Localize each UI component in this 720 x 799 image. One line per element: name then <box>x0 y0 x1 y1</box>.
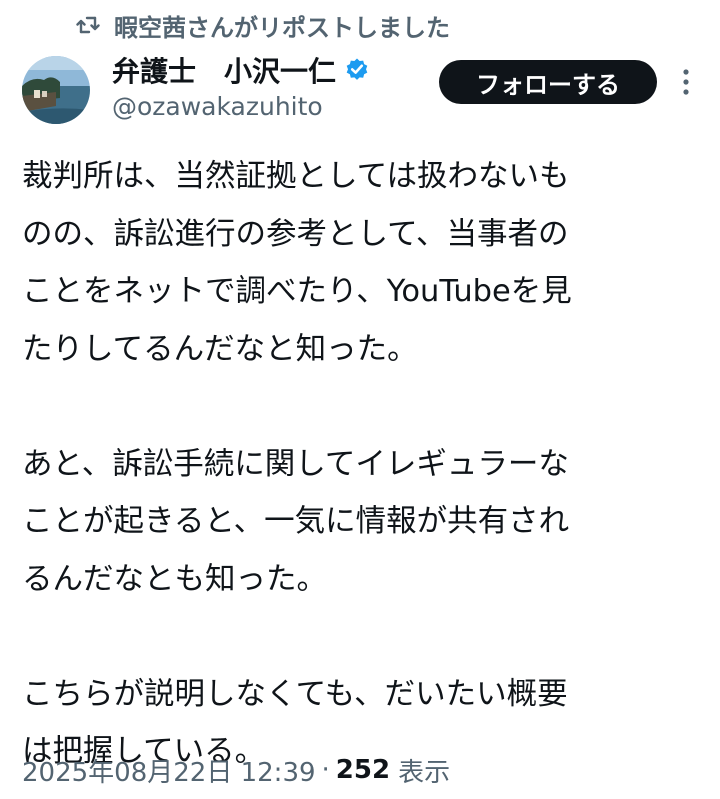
repost-indicator[interactable]: 暇空茜さんがリポストしました <box>76 8 450 42</box>
more-options-icon[interactable] <box>672 66 700 98</box>
view-label: 表示 <box>398 757 451 788</box>
avatar[interactable] <box>22 56 90 124</box>
tweet-paragraph: あと、訴訟手続に関してイレギュラーな ことが起きると、一気に情報が共有され るん… <box>22 446 570 597</box>
tweet-meta: 2025年08月22日 12:39 · 252 表示 <box>22 750 450 790</box>
tweet-text: 裁判所は、当然証拠としては扱わないも のの、訴訟進行の参考として、当事者の こと… <box>22 148 712 781</box>
author-name[interactable]: 弁護士 小沢一仁 <box>112 50 336 90</box>
meta-separator: · <box>321 755 330 785</box>
author-handle[interactable]: @ozawakazuhito <box>112 92 323 121</box>
view-count: 252 <box>335 755 391 785</box>
author-name-row[interactable]: 弁護士 小沢一仁 <box>112 50 370 90</box>
verified-badge-icon <box>344 57 370 83</box>
follow-button[interactable]: フォローする <box>439 60 657 104</box>
repost-icon <box>76 14 100 36</box>
tweet-paragraph: 裁判所は、当然証拠としては扱わないも のの、訴訟進行の参考として、当事者の こと… <box>22 159 572 367</box>
timestamp[interactable]: 2025年08月22日 12:39 <box>22 752 316 789</box>
repost-text[interactable]: 暇空茜さんがリポストしました <box>114 8 450 43</box>
